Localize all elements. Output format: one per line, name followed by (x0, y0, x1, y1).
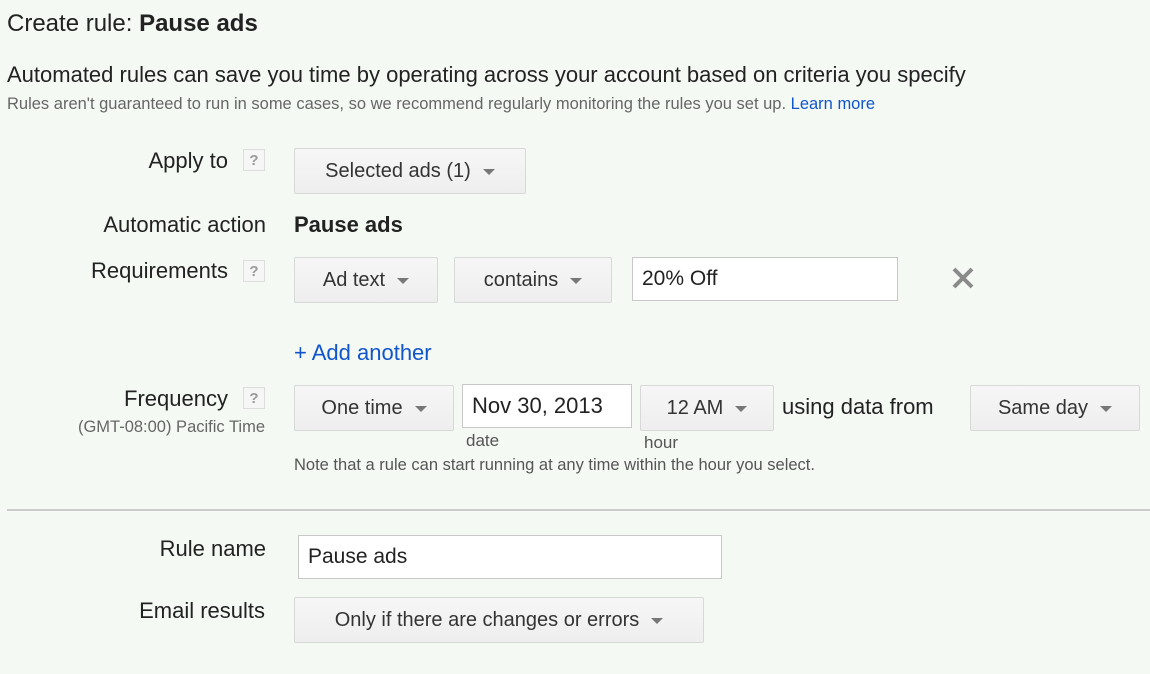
frequency-hour-dropdown[interactable]: 12 AM (640, 385, 774, 431)
apply-to-dropdown[interactable]: Selected ads (1) (294, 148, 526, 194)
data-range-dropdown[interactable]: Same day (970, 385, 1140, 431)
email-results-dropdown[interactable]: Only if there are changes or errors (294, 597, 704, 643)
requirements-help-icon[interactable]: ? (243, 260, 265, 282)
email-results-value: Only if there are changes or errors (334, 608, 640, 631)
frequency-help-icon[interactable]: ? (243, 387, 265, 409)
disclaimer-text: Rules aren't guaranteed to run in some c… (7, 95, 787, 113)
chevron-down-icon (1100, 406, 1113, 412)
email-results-label: Email results (139, 598, 265, 623)
page-title-rule: Pause ads (139, 10, 258, 37)
add-another-link[interactable]: + Add another (294, 340, 432, 366)
apply-to-value: Selected ads (1) (325, 159, 471, 182)
hour-caption: hour (644, 433, 679, 452)
rule-name-input[interactable]: Pause ads (298, 535, 722, 579)
disclaimer: Rules aren't guaranteed to run in some c… (7, 95, 875, 114)
requirements-label: Requirements (91, 258, 228, 283)
frequency-label: Frequency (124, 386, 228, 411)
automatic-action-value: Pause ads (294, 212, 403, 237)
requirement-value-input[interactable]: 20% Off (632, 257, 898, 301)
apply-to-label: Apply to (148, 148, 229, 173)
requirement-operator-value: contains (483, 268, 559, 291)
using-data-from-label: using data from (782, 394, 934, 419)
remove-requirement-icon[interactable] (949, 264, 977, 292)
chevron-down-icon (570, 278, 583, 284)
frequency-schedule-dropdown[interactable]: One time (294, 385, 454, 431)
timezone-label: (GMT-08:00) Pacific Time (77, 418, 265, 436)
chevron-down-icon (397, 278, 410, 284)
chevron-down-icon (651, 618, 664, 624)
learn-more-link[interactable]: Learn more (791, 95, 875, 113)
chevron-down-icon (735, 406, 748, 412)
page-title: Create rule: Pause ads (7, 10, 258, 38)
data-range-value: Same day (997, 396, 1089, 419)
requirement-operator-dropdown[interactable]: contains (454, 257, 612, 303)
frequency-hour-value: 12 AM (666, 396, 724, 419)
intro-text: Automated rules can save you time by ope… (7, 62, 966, 87)
frequency-note: Note that a rule can start running at an… (294, 456, 815, 474)
chevron-down-icon (414, 406, 427, 412)
frequency-schedule-value: One time (321, 396, 403, 419)
frequency-date-input[interactable]: Nov 30, 2013 (462, 384, 632, 428)
automatic-action-label: Automatic action (103, 212, 266, 237)
apply-to-help-icon[interactable]: ? (243, 149, 265, 171)
page-title-prefix: Create rule: (7, 10, 140, 37)
requirement-field-value: Ad text (322, 268, 386, 291)
date-caption: date (466, 431, 500, 450)
rule-name-label: Rule name (159, 536, 266, 561)
section-divider (7, 509, 1150, 511)
chevron-down-icon (482, 169, 495, 175)
requirement-field-dropdown[interactable]: Ad text (294, 257, 438, 303)
